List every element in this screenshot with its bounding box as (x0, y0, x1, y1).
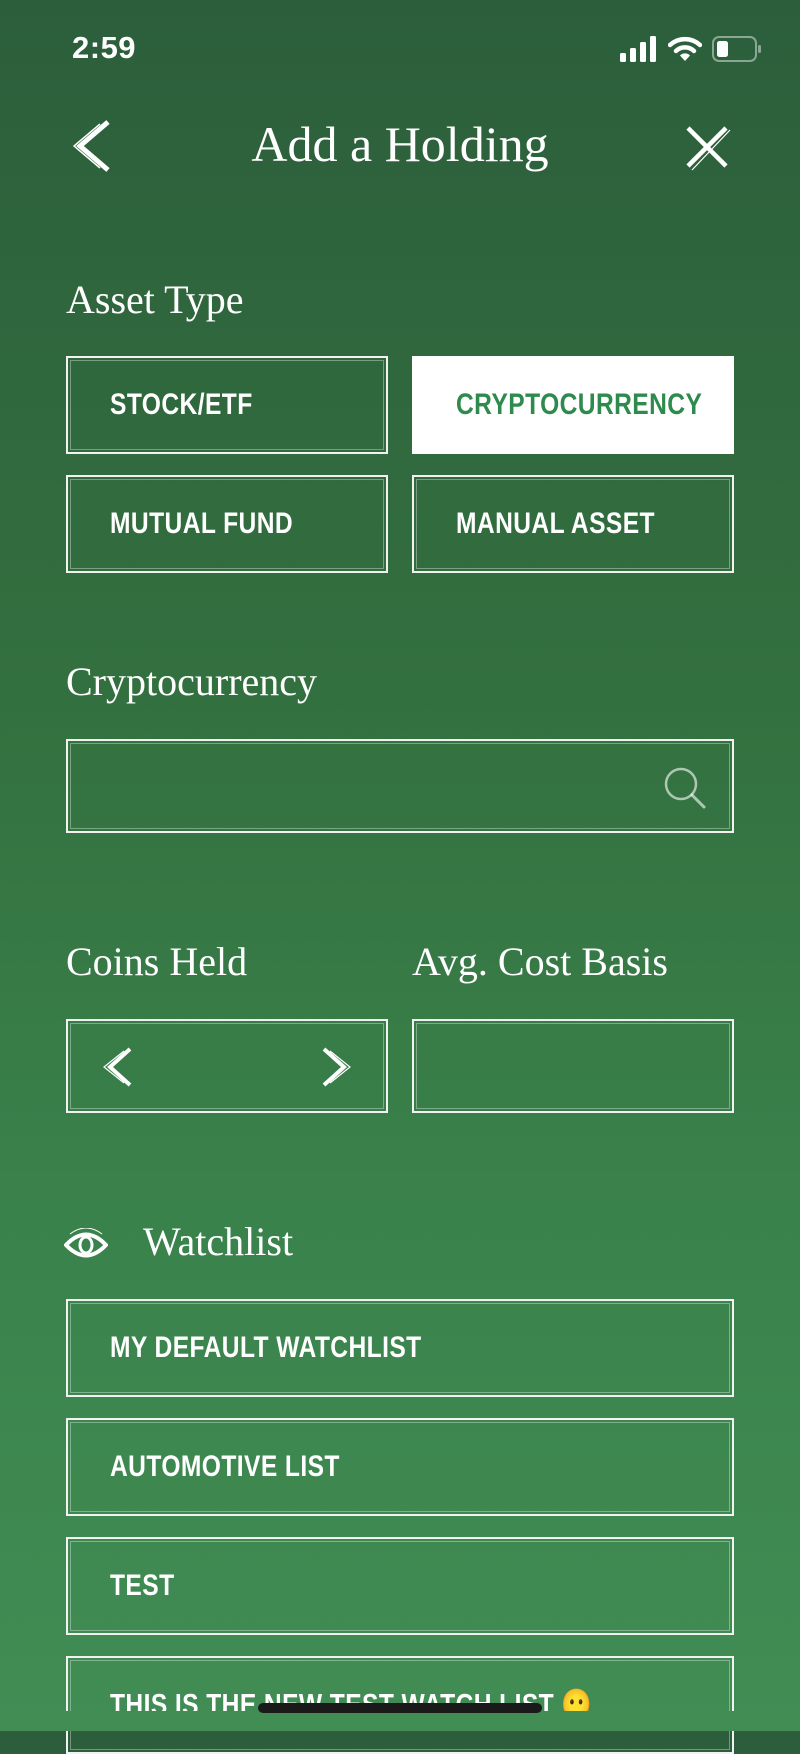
asset-type-mutual-fund-label: MUTUAL FUND (110, 507, 294, 540)
chevron-right-icon[interactable] (320, 1047, 352, 1087)
home-indicator[interactable] (258, 1703, 542, 1713)
cryptocurrency-search-input[interactable] (66, 739, 734, 833)
eye-icon (64, 1228, 108, 1258)
cryptocurrency-label: Cryptocurrency (66, 659, 318, 704)
status-icons (620, 36, 762, 62)
watchlist-item[interactable]: MY DEFAULT WATCHLIST (66, 1299, 734, 1397)
watchlist-item[interactable]: AUTOMOTIVE LIST (66, 1418, 734, 1516)
coins-held-stepper[interactable] (66, 1019, 388, 1113)
close-icon (686, 126, 731, 171)
close-button[interactable] (682, 122, 732, 172)
page-title: Add a Holding (251, 116, 549, 172)
status-time: 2:59 (72, 30, 137, 65)
coins-held-label: Coins Held (66, 939, 248, 984)
asset-type-cryptocurrency[interactable]: CRYPTOCURRENCY (412, 356, 734, 454)
asset-type-label: Asset Type (66, 277, 244, 322)
search-icon[interactable] (662, 765, 708, 811)
watchlist-item[interactable]: TEST (66, 1537, 734, 1635)
wifi-icon (668, 36, 702, 61)
watchlist-label: Watchlist (143, 1219, 294, 1264)
asset-type-manual-asset-label: MANUAL ASSET (456, 507, 656, 540)
asset-type-mutual-fund[interactable]: MUTUAL FUND (66, 475, 388, 573)
asset-type-manual-asset[interactable]: MANUAL ASSET (412, 475, 734, 573)
avg-cost-basis-input[interactable] (412, 1019, 734, 1113)
chevron-left-icon[interactable] (102, 1047, 134, 1087)
watchlist-item-label: AUTOMOTIVE LIST (110, 1450, 340, 1483)
asset-type-stock-etf-label: STOCK/ETF (110, 388, 253, 421)
battery-icon (712, 36, 761, 62)
cellular-signal-icon (620, 36, 656, 62)
avg-cost-basis-label: Avg. Cost Basis (412, 939, 668, 984)
asset-type-stock-etf[interactable]: STOCK/ETF (66, 356, 388, 454)
watchlist-item-label: MY DEFAULT WATCHLIST (110, 1331, 422, 1364)
asset-type-cryptocurrency-label: CRYPTOCURRENCY (456, 388, 703, 421)
watchlist-item-label: TEST (110, 1569, 175, 1602)
screen-bottom-edge (0, 1711, 800, 1731)
